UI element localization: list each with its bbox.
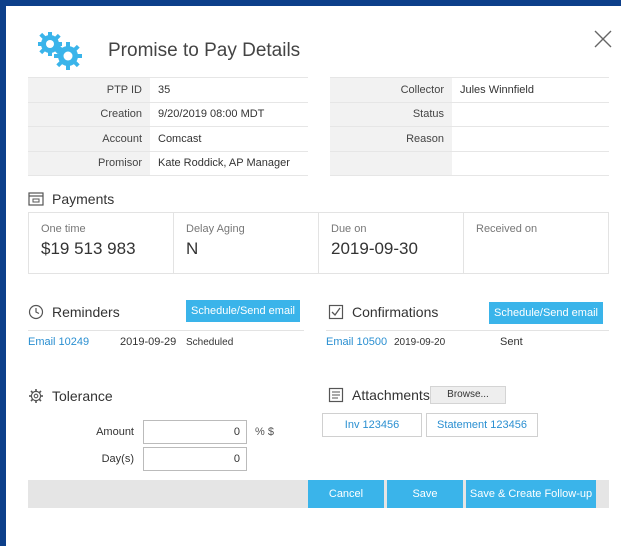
ptp-info-left: PTP ID 35 Creation 9/20/2019 08:00 MDT A…	[28, 77, 308, 176]
browse-button[interactable]: Browse...	[430, 386, 506, 404]
info-label: Reason	[330, 126, 452, 152]
payment-one-time: One time $19 513 983	[29, 213, 174, 273]
amount-label: Amount	[96, 426, 134, 438]
reminders-schedule-button[interactable]: Schedule/Send email	[186, 300, 300, 322]
payment-label: One time	[41, 223, 86, 235]
info-label: Promisor	[28, 151, 150, 176]
payment-received-on: Received on	[464, 213, 608, 273]
info-value	[452, 151, 609, 176]
tolerance-title: Tolerance	[52, 388, 113, 404]
confirmation-row: Email 10500 2019-09-20 Sent	[326, 332, 609, 352]
attachment-icon	[328, 387, 344, 403]
reminder-status: Scheduled	[186, 336, 234, 348]
reminders-title: Reminders	[52, 304, 120, 320]
info-row-collector: Collector Jules Winnfield	[330, 77, 609, 103]
payment-label: Delay Aging	[186, 223, 245, 235]
days-label: Day(s)	[101, 453, 134, 465]
payments-icon	[28, 192, 44, 206]
info-label: Account	[28, 126, 150, 152]
attachments-header: Attachments	[328, 387, 430, 403]
info-value: 35	[150, 77, 308, 103]
info-row-status: Status	[330, 102, 609, 127]
confirmation-email-link[interactable]: Email 10500	[326, 336, 394, 348]
attachments-title: Attachments	[352, 387, 430, 403]
payment-label: Due on	[331, 223, 367, 235]
dialog-title: Promise to Pay Details	[108, 40, 301, 61]
checkbox-document-icon	[328, 304, 344, 320]
clock-icon	[28, 304, 44, 320]
amount-unit: % $	[255, 426, 274, 438]
confirmation-date: 2019-09-20	[394, 336, 446, 348]
confirmation-status: Sent	[500, 336, 523, 348]
ptp-dialog: Promise to Pay Details PTP ID 35 Creatio…	[6, 6, 621, 546]
account-link[interactable]: Comcast	[150, 126, 308, 152]
close-icon[interactable]	[592, 28, 614, 50]
tolerance-header: Tolerance	[28, 388, 113, 404]
cancel-button[interactable]: Cancel	[308, 480, 384, 508]
save-follow-up-button[interactable]: Save & Create Follow-up	[466, 480, 596, 508]
info-label: Creation	[28, 102, 150, 127]
info-value: Kate Roddick, AP Manager	[150, 151, 308, 176]
payments-summary: One time $19 513 983 Delay Aging N Due o…	[28, 212, 609, 274]
reminder-row: Email 10249 2019-09-29 Scheduled	[28, 332, 304, 352]
gear-icon	[29, 389, 43, 403]
info-label: Status	[330, 102, 452, 127]
payments-header: Payments	[28, 191, 114, 207]
payments-title: Payments	[52, 191, 115, 207]
payment-due-on: Due on 2019-09-30	[319, 213, 464, 273]
reminder-date: 2019-09-29	[120, 336, 177, 348]
info-value: 9/20/2019 08:00 MDT	[150, 102, 308, 127]
info-value: Jules Winnfield	[452, 77, 609, 103]
info-label: Collector	[330, 77, 452, 103]
info-row-promisor: Promisor Kate Roddick, AP Manager	[28, 151, 308, 176]
confirmations-schedule-button[interactable]: Schedule/Send email	[489, 302, 603, 324]
reminder-email-link[interactable]: Email 10249	[28, 336, 120, 348]
info-row-ptp-id: PTP ID 35	[28, 77, 308, 103]
payment-label: Received on	[476, 223, 538, 235]
attachment-file[interactable]: Statement 123456	[426, 413, 538, 437]
info-label	[330, 151, 452, 176]
dialog-footer: Cancel Save Save & Create Follow-up	[28, 480, 609, 508]
info-value	[452, 126, 609, 152]
days-input[interactable]: 0	[143, 447, 247, 471]
info-row-account: Account Comcast	[28, 126, 308, 152]
divider	[326, 330, 609, 331]
info-row-empty	[330, 151, 609, 176]
info-label: PTP ID	[28, 77, 150, 103]
dialog-header: Promise to Pay Details	[28, 28, 588, 72]
payment-delay-aging: Delay Aging N	[174, 213, 319, 273]
info-row-creation: Creation 9/20/2019 08:00 MDT	[28, 102, 308, 127]
ptp-info-right: Collector Jules Winnfield Status Reason	[330, 77, 609, 176]
confirmations-header: Confirmations	[328, 304, 438, 320]
payment-value: N	[186, 239, 199, 258]
divider	[28, 330, 304, 331]
info-row-reason: Reason	[330, 126, 609, 152]
gears-icon	[38, 32, 82, 70]
save-button[interactable]: Save	[387, 480, 463, 508]
payment-value: $19 513 983	[41, 239, 136, 258]
payment-value: 2019-09-30	[331, 239, 418, 258]
reminders-header: Reminders	[28, 304, 120, 320]
attachment-file[interactable]: Inv 123456	[322, 413, 422, 437]
amount-input[interactable]: 0	[143, 420, 247, 444]
info-value	[452, 102, 609, 127]
confirmations-title: Confirmations	[352, 304, 439, 320]
